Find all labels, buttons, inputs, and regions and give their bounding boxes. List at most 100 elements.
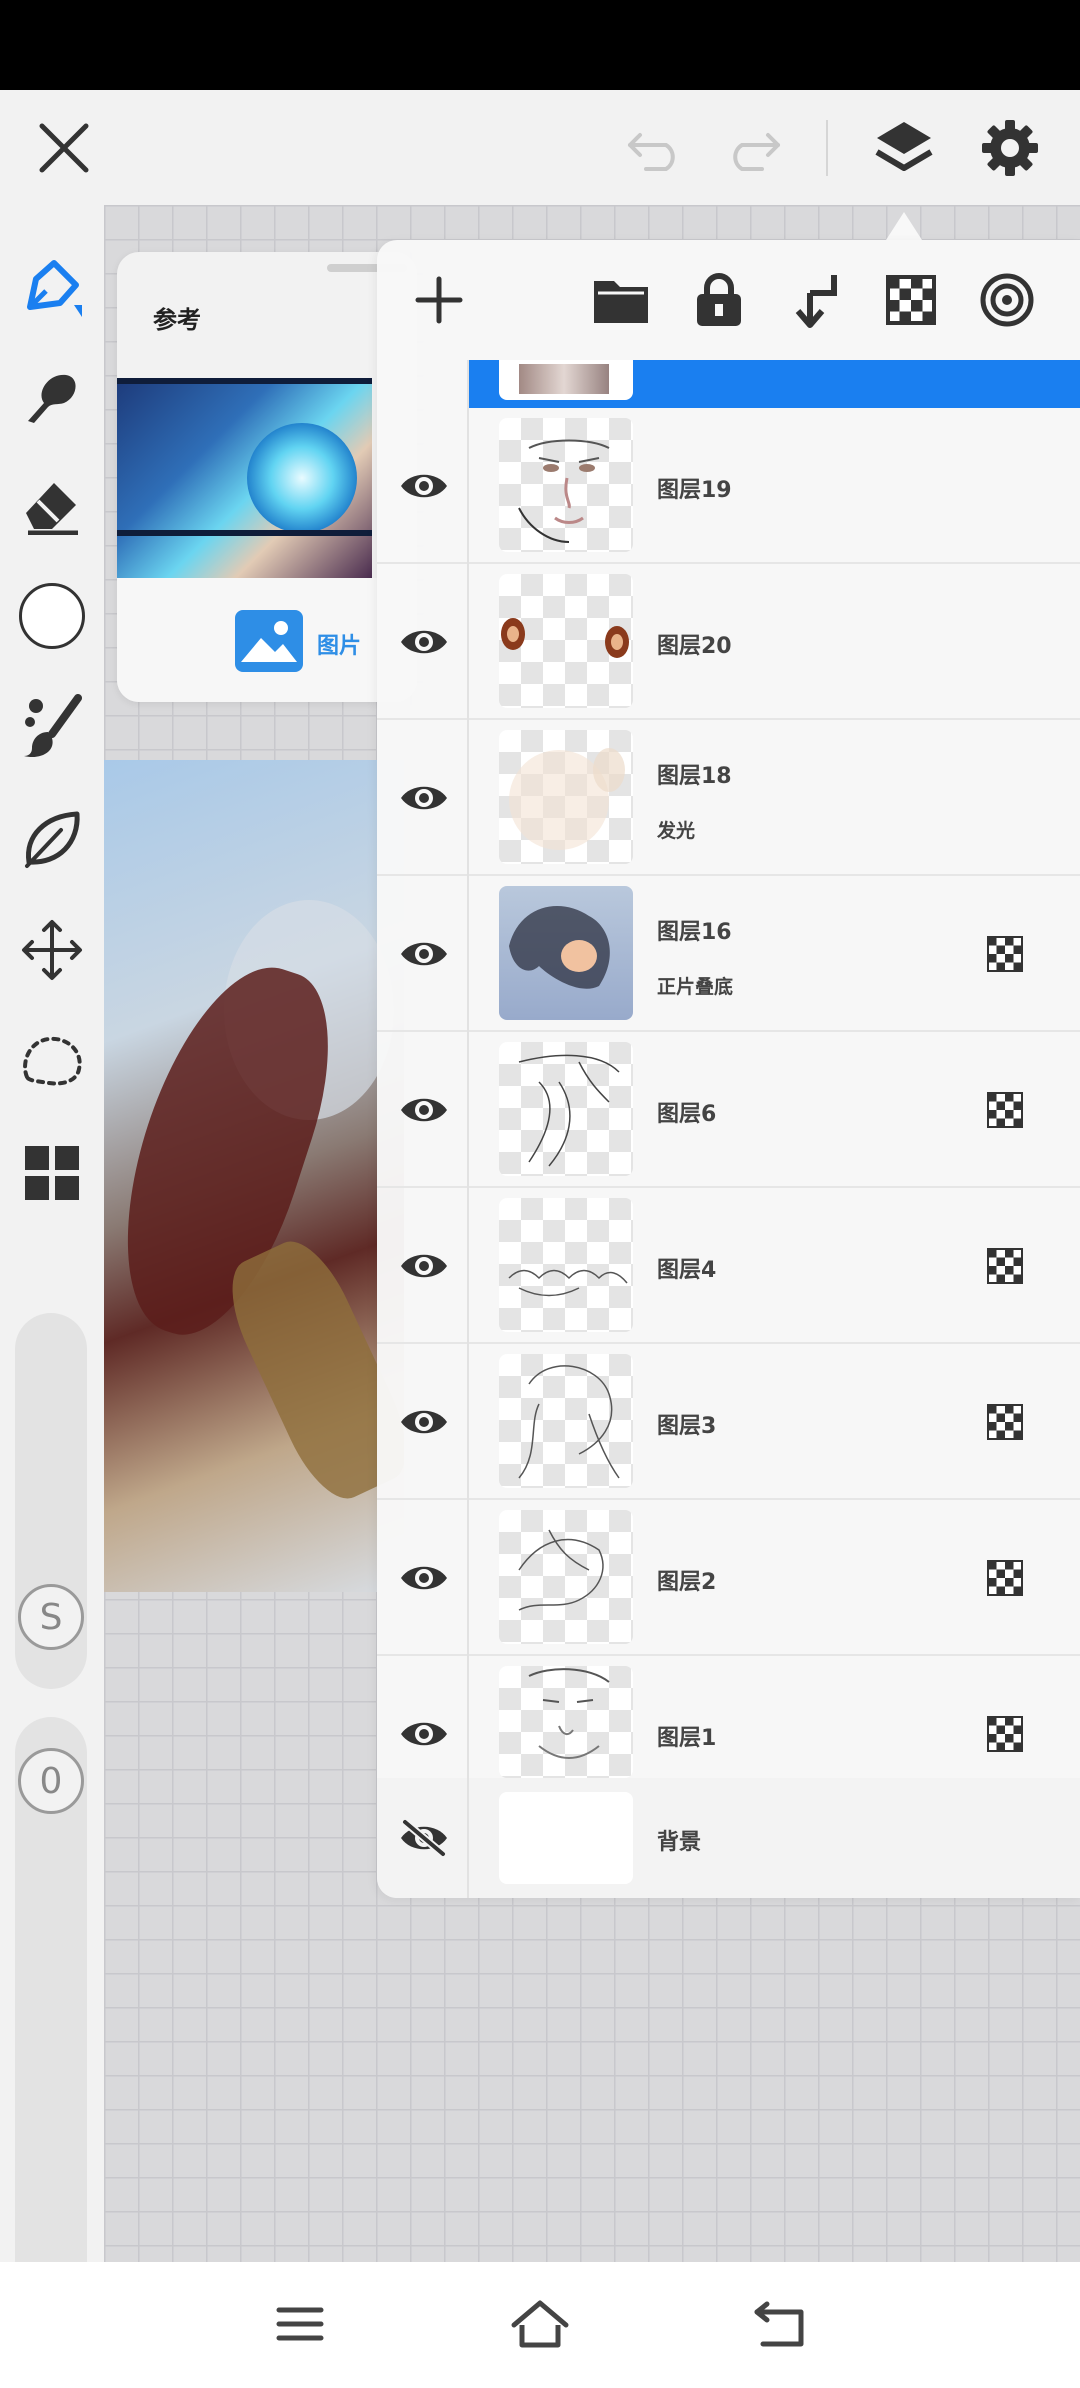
brush-size-knob[interactable]: S bbox=[18, 1584, 84, 1650]
nav-menu-button[interactable] bbox=[265, 2292, 335, 2356]
layer-name: 图层4 bbox=[657, 1258, 717, 1283]
redo-icon bbox=[733, 133, 780, 171]
merge-down-icon bbox=[795, 275, 837, 328]
status-bar bbox=[0, 0, 1080, 90]
layers-list[interactable]: 图层19 图层20 图层18 发光 图层16 正片叠底 图层6 图层4 图层3 … bbox=[377, 360, 1080, 1898]
brush-size-label: S bbox=[39, 1596, 63, 1638]
background-layer-row[interactable]: 背景 bbox=[377, 1778, 1080, 1898]
layer-visibility-toggle[interactable] bbox=[394, 768, 454, 828]
layer-name: 图层16 bbox=[657, 920, 732, 945]
undo-button[interactable] bbox=[620, 118, 692, 178]
settings-button[interactable] bbox=[972, 110, 1048, 186]
selected-layer-thumbnail bbox=[499, 360, 633, 400]
undo-icon bbox=[628, 133, 675, 171]
layers-toolbar bbox=[377, 240, 1080, 360]
layer-row[interactable]: 图层20 bbox=[377, 564, 1080, 720]
eye-icon bbox=[401, 1098, 447, 1122]
lock-layer-button[interactable] bbox=[681, 262, 757, 338]
layer-row[interactable]: 图层18 发光 bbox=[377, 720, 1080, 876]
layer-row[interactable]: 图层4 bbox=[377, 1188, 1080, 1344]
layer-row[interactable]: 图层19 bbox=[377, 408, 1080, 564]
top-bar bbox=[0, 90, 1080, 205]
layer-visibility-toggle[interactable] bbox=[394, 1236, 454, 1296]
topbar-divider bbox=[826, 120, 828, 176]
alpha-lock-indicator-icon bbox=[987, 936, 1023, 972]
layer-row[interactable]: 图层16 正片叠底 bbox=[377, 876, 1080, 1032]
add-layer-icon bbox=[415, 276, 463, 324]
layer-visibility-toggle[interactable] bbox=[394, 1548, 454, 1608]
layers-list-divider bbox=[467, 360, 469, 1778]
nav-home-button[interactable] bbox=[505, 2292, 575, 2356]
brush-opacity-knob[interactable]: 0 bbox=[18, 1748, 84, 1814]
folder-icon bbox=[594, 281, 648, 323]
eye-icon bbox=[401, 474, 447, 498]
brush-icon bbox=[24, 694, 82, 758]
layer-thumbnail bbox=[499, 1354, 633, 1488]
layer-visibility-toggle[interactable] bbox=[394, 1808, 454, 1868]
clipping-mask-button[interactable] bbox=[969, 262, 1045, 338]
artwork-preview bbox=[104, 760, 404, 1592]
add-layer-button[interactable] bbox=[401, 262, 477, 338]
smudge-tool[interactable] bbox=[12, 357, 92, 437]
smudge-icon bbox=[28, 374, 76, 423]
lasso-tool[interactable] bbox=[12, 1021, 92, 1101]
layer-thumbnail bbox=[499, 730, 633, 864]
layer-row[interactable]: 图层3 bbox=[377, 1344, 1080, 1500]
eye-icon bbox=[401, 630, 447, 654]
layer-name: 图层20 bbox=[657, 634, 732, 659]
redo-button[interactable] bbox=[716, 118, 788, 178]
layer-blend-mode: 发光 bbox=[657, 820, 696, 842]
leaf-brush-tool[interactable] bbox=[12, 799, 92, 879]
layer-name: 图层18 bbox=[657, 764, 732, 789]
layer-row[interactable]: 图层6 bbox=[377, 1032, 1080, 1188]
layer-name: 图层2 bbox=[657, 1570, 717, 1595]
image-button[interactable] bbox=[235, 610, 303, 672]
nav-back-button[interactable] bbox=[745, 2292, 815, 2356]
brush-tool[interactable] bbox=[12, 687, 92, 767]
layer-thumbnail bbox=[499, 1510, 633, 1644]
eye-hidden-icon bbox=[401, 1818, 447, 1858]
layer-visibility-toggle[interactable] bbox=[394, 1704, 454, 1764]
menu-icon bbox=[276, 2307, 324, 2341]
image-button-label[interactable]: 图片 bbox=[317, 628, 361, 660]
eye-icon bbox=[401, 786, 447, 810]
lasso-icon bbox=[23, 1036, 82, 1086]
new-folder-button[interactable] bbox=[583, 262, 659, 338]
home-icon bbox=[511, 2300, 569, 2348]
layer-thumbnail bbox=[499, 1042, 633, 1176]
layer-thumbnail bbox=[499, 1792, 633, 1884]
layer-visibility-toggle[interactable] bbox=[394, 1080, 454, 1140]
layers-button[interactable] bbox=[866, 110, 942, 186]
reference-image[interactable] bbox=[117, 378, 372, 578]
alpha-lock-indicator-icon bbox=[987, 1404, 1023, 1440]
layer-visibility-toggle[interactable] bbox=[394, 456, 454, 516]
layer-thumbnail bbox=[499, 1198, 633, 1332]
layer-name: 图层1 bbox=[657, 1726, 717, 1751]
close-button[interactable] bbox=[28, 112, 100, 184]
alpha-lock-indicator-icon bbox=[987, 1716, 1023, 1752]
grid-tool[interactable] bbox=[12, 1133, 92, 1213]
layer-row[interactable]: 图层2 bbox=[377, 1500, 1080, 1656]
leaf-icon bbox=[25, 811, 80, 868]
reference-panel-title: 参考 bbox=[153, 306, 201, 334]
layer-thumbnail bbox=[499, 886, 633, 1020]
current-color-swatch bbox=[19, 583, 85, 649]
alpha-lock-button[interactable] bbox=[873, 262, 949, 338]
alpha-lock-indicator-icon bbox=[987, 1248, 1023, 1284]
eye-icon bbox=[401, 942, 447, 966]
layer-name: 背景 bbox=[657, 1830, 702, 1855]
clipping-mask-icon bbox=[980, 273, 1034, 327]
pen-tool[interactable] bbox=[12, 247, 92, 327]
system-nav-bar bbox=[0, 2262, 1080, 2388]
back-icon bbox=[754, 2301, 804, 2347]
move-tool[interactable] bbox=[12, 910, 92, 990]
merge-down-button[interactable] bbox=[779, 262, 855, 338]
color-picker[interactable] bbox=[12, 576, 92, 656]
eye-icon bbox=[401, 1722, 447, 1746]
layer-visibility-toggle[interactable] bbox=[394, 612, 454, 672]
layer-visibility-toggle[interactable] bbox=[394, 924, 454, 984]
eraser-tool[interactable] bbox=[12, 465, 92, 545]
lock-icon bbox=[697, 273, 741, 326]
layer-visibility-toggle[interactable] bbox=[394, 1392, 454, 1452]
layer-thumbnail bbox=[499, 418, 633, 552]
